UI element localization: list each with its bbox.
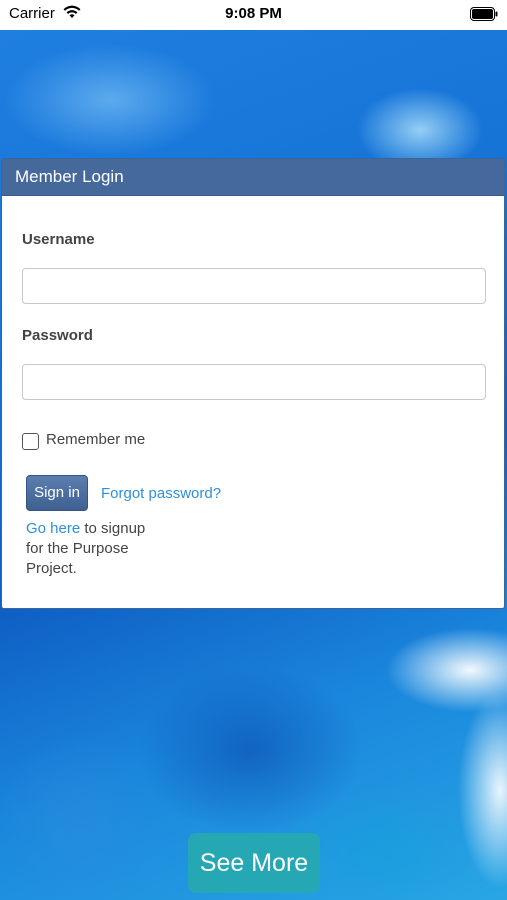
- signup-link[interactable]: Go here: [26, 520, 80, 537]
- see-more-button[interactable]: See More: [188, 833, 320, 893]
- password-input[interactable]: [22, 364, 486, 400]
- username-label: Username: [22, 231, 95, 248]
- sign-in-button[interactable]: Sign in: [26, 475, 88, 511]
- remember-me-checkbox[interactable]: [22, 433, 39, 450]
- username-input[interactable]: [22, 268, 486, 304]
- battery-icon: [470, 7, 498, 26]
- login-card: Member Login Username Password Remember …: [1, 158, 505, 609]
- password-label: Password: [22, 327, 93, 344]
- clock: 9:08 PM: [225, 5, 282, 22]
- card-title: Member Login: [2, 159, 504, 196]
- forgot-password-link[interactable]: Forgot password?: [101, 485, 221, 502]
- status-bar: Carrier 9:08 PM: [0, 0, 507, 30]
- signup-text: Go here to signup for the Purpose Projec…: [26, 519, 161, 579]
- screen: Carrier 9:08 PM Member Login Username Pa…: [0, 0, 507, 900]
- remember-me-label[interactable]: Remember me: [46, 431, 145, 448]
